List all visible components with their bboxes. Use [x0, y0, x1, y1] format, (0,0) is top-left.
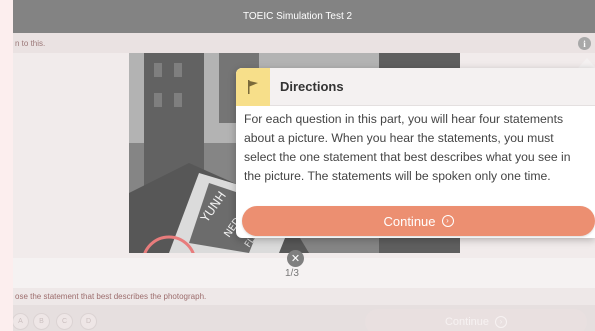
popover-title: Directions [280, 79, 344, 94]
flag-icon [236, 68, 270, 106]
directions-popover: Directions For each question in this par… [236, 68, 595, 238]
popover-header: Directions [236, 68, 595, 106]
popover-arrow [578, 58, 595, 68]
directions-text: For each question in this part, you will… [244, 112, 571, 183]
continue-button[interactable]: Continue › [242, 206, 595, 236]
arrow-right-circle-icon: › [441, 215, 454, 227]
continue-label: Continue [383, 213, 436, 229]
